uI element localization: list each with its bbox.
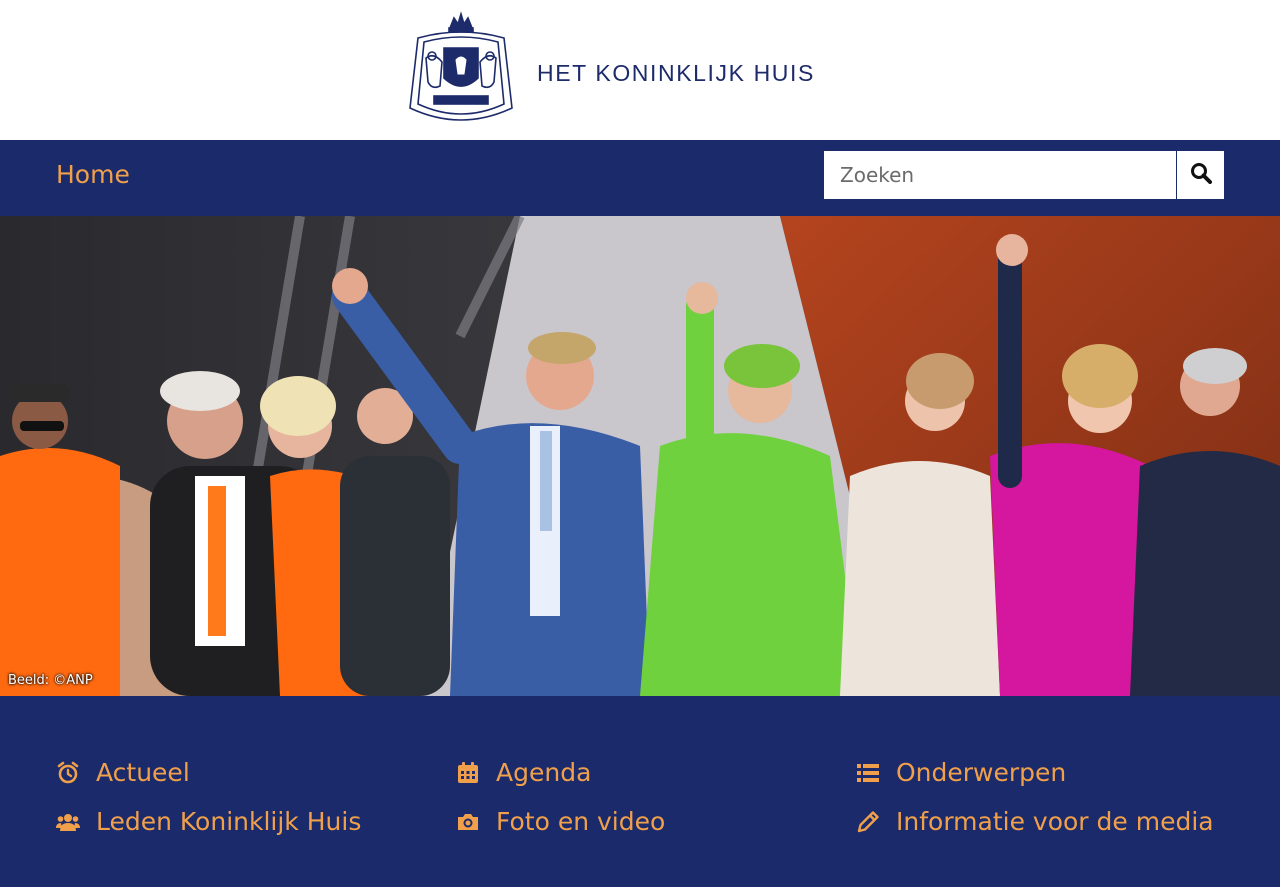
link-label: Leden Koninklijk Huis — [96, 807, 362, 836]
search-button[interactable] — [1176, 151, 1224, 199]
link-agenda[interactable]: Agenda — [456, 758, 591, 787]
link-label: Actueel — [96, 758, 190, 787]
users-icon — [56, 810, 80, 834]
coat-of-arms-icon[interactable] — [404, 8, 518, 130]
main-nav: Home — [0, 140, 1280, 216]
search-input[interactable] — [824, 151, 1176, 199]
site-brand[interactable]: HET KONINKLIJK HUIS — [537, 60, 815, 87]
hero-image: Beeld: ©ANP — [0, 216, 1280, 696]
link-label: Foto en video — [496, 807, 666, 836]
search-box — [823, 150, 1225, 200]
link-actueel[interactable]: Actueel — [56, 758, 190, 787]
link-media[interactable]: Informatie voor de media — [856, 807, 1214, 836]
link-onderwerpen[interactable]: Onderwerpen — [856, 758, 1066, 787]
camera-icon — [456, 810, 480, 834]
link-label: Agenda — [496, 758, 592, 787]
image-credit: Beeld: ©ANP — [8, 673, 93, 688]
hero-photo — [0, 216, 1280, 696]
search-icon — [1190, 162, 1212, 189]
calendar-icon — [456, 761, 480, 785]
alarm-clock-icon — [56, 761, 80, 785]
pencil-icon — [856, 810, 880, 834]
link-label: Informatie voor de media — [896, 807, 1214, 836]
link-leden[interactable]: Leden Koninklijk Huis — [56, 807, 361, 836]
nav-home-link[interactable]: Home — [56, 160, 130, 189]
site-header: HET KONINKLIJK HUIS — [0, 0, 1280, 140]
link-label: Onderwerpen — [896, 758, 1067, 787]
link-foto-video[interactable]: Foto en video — [456, 807, 665, 836]
list-icon — [856, 761, 880, 785]
quick-links: Actueel Agenda Onderwerpen Leden Koninkl… — [0, 696, 1280, 887]
